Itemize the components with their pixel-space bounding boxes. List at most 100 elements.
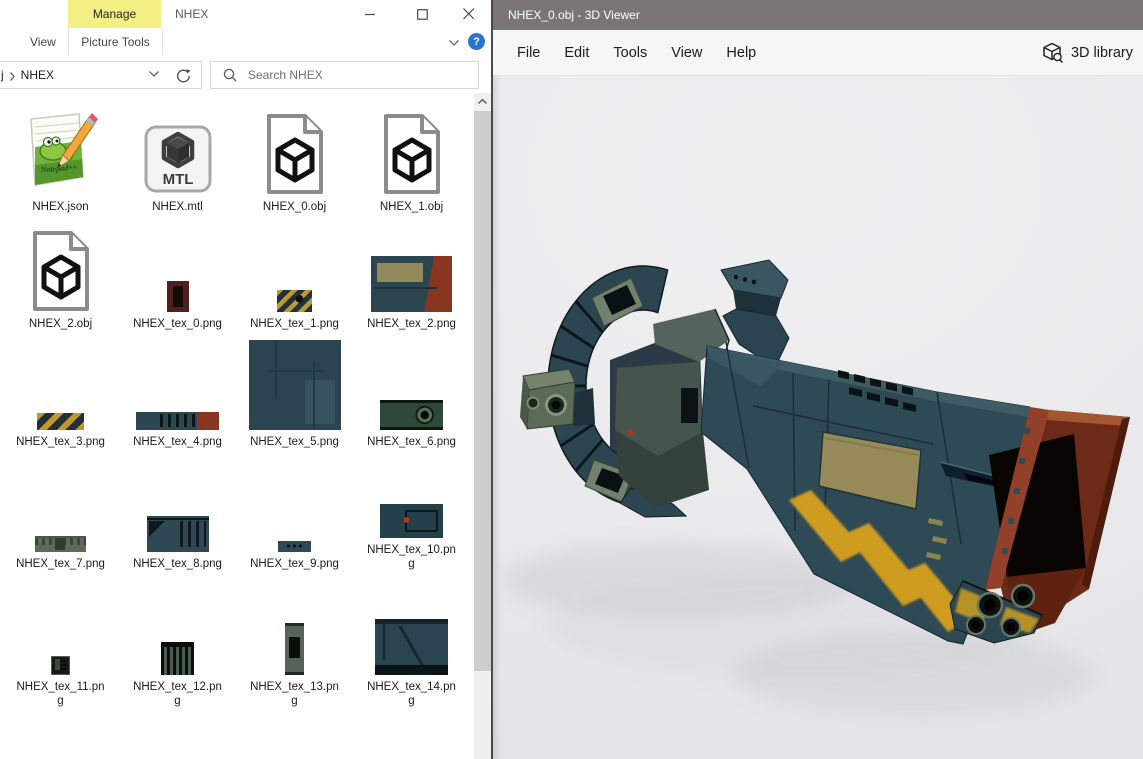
file-item[interactable]: NHEX_tex_1.png — [236, 215, 353, 332]
ribbon-tab-picture-tools[interactable]: Picture Tools — [68, 28, 163, 55]
chevron-right-icon — [9, 71, 15, 81]
file-item[interactable]: NHEX_tex_6.png — [353, 332, 470, 450]
file-item[interactable]: NHEX_tex_12.pn g — [119, 572, 236, 709]
explorer-titlebar: Manage NHEX — [0, 0, 491, 28]
texture-thumbnail — [51, 656, 70, 675]
file-name: NHEX_tex_2.png — [367, 318, 456, 330]
texture-thumbnail — [277, 290, 312, 312]
refresh-button[interactable] — [166, 61, 202, 89]
viewer-menu-bar: File Edit Tools View Help 3D library — [493, 30, 1143, 76]
viewer-titlebar[interactable]: NHEX_0.obj - 3D Viewer — [493, 0, 1143, 30]
help-icon: ? — [473, 35, 480, 48]
minimize-icon — [364, 13, 375, 15]
viewer-window-title: NHEX_0.obj - 3D Viewer — [508, 8, 640, 22]
file-name: NHEX_tex_1.png — [250, 318, 339, 330]
model-nhex-ship — [503, 259, 1130, 716]
menu-file[interactable]: File — [517, 45, 540, 61]
explorer-ribbon-tabs: View Picture Tools ? — [0, 28, 491, 57]
ribbon-collapse-button[interactable] — [446, 35, 462, 51]
explorer-window-title: NHEX — [175, 7, 209, 21]
file-name: NHEX_tex_10.pn g — [367, 544, 456, 570]
texture-thumbnail — [380, 504, 443, 538]
file-item[interactable]: NHEX_tex_4.png — [119, 332, 236, 450]
texture-thumbnail — [375, 619, 448, 675]
texture-thumbnail — [278, 541, 311, 552]
file-name: NHEX_tex_7.png — [16, 558, 105, 570]
scrollbar-up-button[interactable] — [474, 93, 491, 110]
file-name: NHEX_tex_12.pn g — [133, 681, 222, 707]
file-item[interactable]: Notepad++ NHEX.json — [2, 93, 119, 215]
obj-icon — [266, 114, 323, 194]
chevron-down-icon — [449, 40, 459, 46]
3d-library-cube-icon — [1043, 42, 1063, 63]
file-name: NHEX_2.obj — [28, 318, 93, 330]
viewer-3d-viewport[interactable] — [493, 76, 1143, 759]
close-icon — [463, 8, 475, 20]
search-box[interactable] — [210, 61, 479, 89]
texture-thumbnail — [371, 256, 452, 312]
texture-thumbnail — [285, 623, 304, 675]
file-name: NHEX_tex_11.pn g — [16, 681, 105, 707]
file-name: NHEX_tex_4.png — [133, 436, 222, 448]
breadcrumb-dropdown-icon[interactable] — [149, 71, 159, 77]
refresh-icon — [176, 68, 191, 82]
file-item[interactable]: NHEX_2.obj — [2, 215, 119, 332]
file-item[interactable]: NHEX_tex_7.png — [2, 450, 119, 572]
scrollbar-thumb[interactable] — [474, 111, 491, 671]
explorer-scrollbar[interactable] — [474, 93, 491, 759]
search-input[interactable] — [246, 67, 450, 83]
help-button[interactable]: ? — [468, 33, 485, 50]
texture-thumbnail — [35, 536, 86, 552]
file-item[interactable]: NHEX_0.obj — [236, 93, 353, 215]
mtl-icon: MTL — [144, 125, 211, 193]
maximize-button[interactable] — [400, 0, 444, 28]
file-name: NHEX_tex_8.png — [133, 558, 222, 570]
breadcrumb[interactable]: j NHEX — [0, 61, 168, 89]
close-button[interactable] — [447, 0, 491, 28]
file-name: NHEX_tex_3.png — [16, 436, 105, 448]
menu-help[interactable]: Help — [726, 45, 756, 61]
ribbon-tab-view[interactable]: View — [22, 28, 64, 55]
file-name: NHEX_1.obj — [379, 201, 444, 213]
file-explorer-window: Manage NHEX View Picture Tools ? j NHEX — [0, 0, 491, 759]
file-item[interactable]: NHEX_1.obj — [353, 93, 470, 215]
file-name: NHEX_tex_14.pn g — [367, 681, 456, 707]
menu-tools[interactable]: Tools — [613, 45, 647, 61]
3d-library-label: 3D library — [1070, 44, 1133, 61]
file-item[interactable]: NHEX_tex_13.pn g — [236, 572, 353, 709]
obj-icon — [32, 231, 89, 311]
texture-thumbnail — [166, 281, 189, 312]
file-name: NHEX.json — [32, 201, 89, 213]
3d-library-button[interactable]: 3D library — [1042, 42, 1133, 63]
texture-thumbnail — [136, 412, 219, 430]
texture-thumbnail — [161, 642, 194, 675]
texture-thumbnail — [37, 413, 84, 430]
menu-view[interactable]: View — [671, 45, 702, 61]
file-item[interactable]: NHEX_tex_2.png — [353, 215, 470, 332]
file-name: NHEX_tex_6.png — [367, 436, 456, 448]
breadcrumb-clipped-fragment: j — [1, 68, 4, 82]
file-name: NHEX_tex_0.png — [133, 318, 222, 330]
ribbon-contextual-tab-manage[interactable]: Manage — [68, 0, 161, 28]
file-item[interactable]: NHEX_tex_8.png — [119, 450, 236, 572]
explorer-address-row: j NHEX — [0, 56, 491, 93]
file-name: NHEX_0.obj — [262, 201, 327, 213]
maximize-icon — [416, 8, 428, 20]
file-grid: Notepad++ NHEX.json MTL NHEX.mtl NHEX_0.o… — [2, 93, 471, 709]
minimize-button[interactable] — [348, 0, 392, 28]
breadcrumb-folder-nhex[interactable]: NHEX — [21, 68, 54, 82]
file-item[interactable]: NHEX_tex_11.pn g — [2, 572, 119, 709]
file-item[interactable]: NHEX_tex_0.png — [119, 215, 236, 332]
file-name: NHEX_tex_5.png — [250, 436, 339, 448]
file-item[interactable]: NHEX_tex_10.pn g — [353, 450, 470, 572]
file-item[interactable]: NHEX_tex_9.png — [236, 450, 353, 572]
file-item[interactable]: NHEX_tex_3.png — [2, 332, 119, 450]
file-item[interactable]: NHEX_tex_14.pn g — [353, 572, 470, 709]
file-item[interactable]: NHEX_tex_5.png — [236, 332, 353, 450]
search-icon — [223, 68, 237, 82]
file-item[interactable]: MTL NHEX.mtl — [119, 93, 236, 215]
obj-icon — [383, 114, 440, 194]
menu-edit[interactable]: Edit — [564, 45, 589, 61]
texture-thumbnail — [380, 400, 443, 430]
svg-text:MTL: MTL — [162, 171, 193, 188]
